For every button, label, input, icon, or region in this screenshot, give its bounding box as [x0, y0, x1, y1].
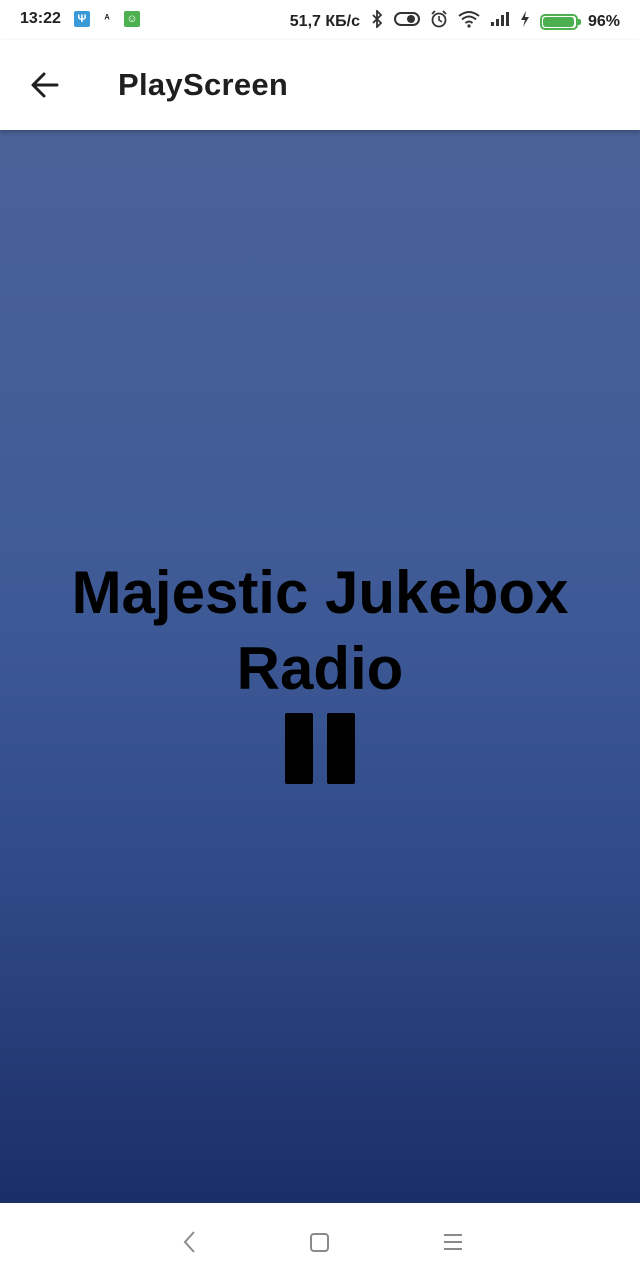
play-screen: 13:22 Ψ ᴬ ☺ 51,7 КБ/с 96% PlayScreen Maj… [0, 0, 640, 1280]
bluetooth-icon [370, 8, 384, 33]
navigation-bar [0, 1203, 640, 1280]
battery-icon [539, 13, 581, 30]
usb-icon: Ψ [74, 11, 90, 27]
back-icon [183, 1231, 195, 1253]
pause-bar-right [327, 713, 355, 784]
nav-home-button[interactable] [305, 1227, 335, 1257]
arrow-back-icon [31, 72, 59, 98]
home-icon [310, 1233, 329, 1252]
pause-icon [284, 713, 356, 785]
toggle-icon [393, 11, 420, 32]
android-icon: ☺ [124, 11, 140, 27]
charging-icon [520, 11, 530, 32]
network-speed: 51,7 КБ/с [289, 12, 360, 30]
menu-icon [444, 1234, 462, 1250]
wifi-icon [458, 10, 480, 33]
player-area: Majestic Jukebox Radio [0, 130, 640, 1203]
signal-icon [490, 11, 510, 32]
app-notification-icon: ᴬ [104, 13, 110, 25]
status-bar: 13:22 Ψ ᴬ ☺ 51,7 КБ/с 96% [0, 0, 640, 40]
page-title: PlayScreen [118, 67, 289, 102]
nav-back-button[interactable] [175, 1227, 205, 1257]
back-button[interactable] [22, 65, 66, 105]
app-bar: PlayScreen [0, 40, 640, 130]
nav-menu-button[interactable] [438, 1227, 468, 1257]
pause-button[interactable] [284, 713, 356, 785]
station-name: Majestic Jukebox Radio [71, 559, 569, 702]
battery-percent: 96% [587, 12, 620, 30]
pause-bar-left [285, 713, 313, 784]
battery-fill [542, 16, 574, 27]
status-time: 13:22 [20, 10, 61, 27]
alarm-icon [430, 10, 448, 33]
status-right: 51,7 КБ/с 96% [289, 8, 620, 33]
